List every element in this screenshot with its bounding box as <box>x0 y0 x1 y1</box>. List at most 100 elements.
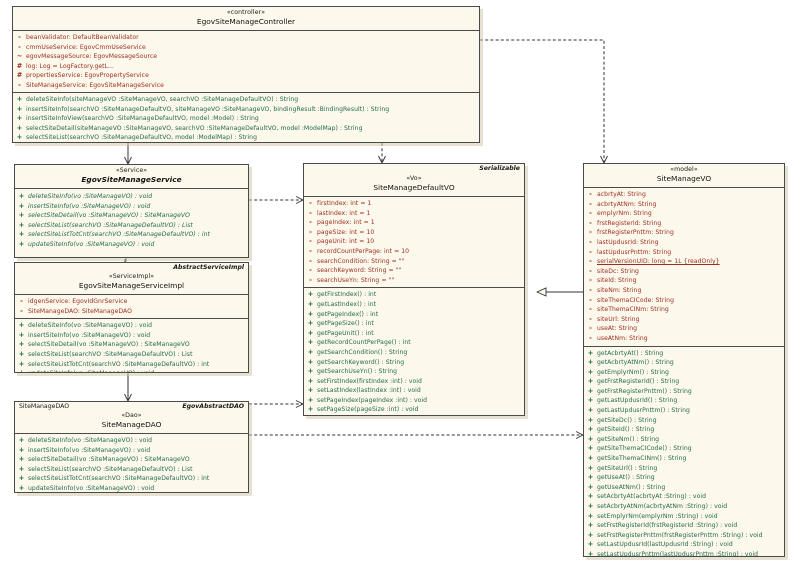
operation-signature: setAcbrtyAtNm(acbrtyAtNm :String) : void <box>597 502 727 512</box>
attribute-signature: frstRegisterId: String <box>597 219 661 229</box>
operation-signature: getUseAtNm() : String <box>597 483 665 493</box>
visibility-marker: + <box>584 444 597 454</box>
class-name: SiteManageDefaultVO <box>307 183 521 193</box>
visibility-marker: + <box>15 369 28 373</box>
operation-signature: getLastIndex() : int <box>317 300 376 310</box>
class-box-egov-site-manage-service[interactable]: «Service» EgovSiteManageService +deleteS… <box>14 164 249 258</box>
class-name: EgovSiteManageServiceImpl <box>18 281 245 291</box>
attribute-row: -firstIndex: int = 1 <box>304 199 524 209</box>
visibility-marker: + <box>15 221 28 231</box>
attribute-signature: lastIndex: int = 1 <box>317 209 370 219</box>
visibility-marker: + <box>584 492 597 502</box>
operation-signature: getPageIndex() : int <box>317 310 378 320</box>
attribute-signature: searchUseYn: String = "" <box>317 276 394 286</box>
attribute-signature: egovMessageSource: EgovMessageSource <box>26 52 157 62</box>
attribute-signature: idgenService: EgovIdGnrService <box>28 297 127 307</box>
visibility-marker: + <box>584 483 597 493</box>
operation-signature: selectSiteListTotCnt(searchVO :SiteManag… <box>28 474 209 484</box>
visibility-marker: - <box>584 209 597 219</box>
operation-row: +getUseAt() : String <box>584 473 784 483</box>
visibility-marker: + <box>15 331 28 341</box>
dao-left-label: SiteManageDAO <box>19 403 69 410</box>
operation-row: +getFrstRegisterPnttm() : String <box>584 387 784 397</box>
visibility-marker: + <box>304 405 317 415</box>
attribute-signature: SiteManageService: EgovSiteManageService <box>26 81 164 91</box>
operation-signature: setFrstRegisterPnttm(frstRegisterPnttm :… <box>597 531 763 541</box>
visibility-marker: + <box>304 310 317 320</box>
operation-row: +selectSiteDetail(vo :SiteManageVO) : Si… <box>15 211 248 221</box>
visibility-marker: + <box>304 415 317 416</box>
attribute-row: -lastUpdusrPnttm: String <box>584 248 784 258</box>
visibility-marker: + <box>15 202 28 212</box>
visibility-marker: + <box>15 484 28 493</box>
operation-signature: getEmplyrNm() : String <box>597 368 669 378</box>
visibility-marker: + <box>304 358 317 368</box>
visibility-marker: + <box>584 377 597 387</box>
attribute-signature: pageSize: int = 10 <box>317 228 374 238</box>
operation-row: +updateSiteInfo(vo :SiteManageVO) : void <box>15 369 248 373</box>
operations-compartment: +getAcbrtyAt() : String+getAcbrtyAtNm() … <box>584 347 784 558</box>
class-box-egov-site-manage-controller[interactable]: «controller» EgovSiteManageController -b… <box>12 6 480 143</box>
operation-row: +getFirstIndex() : int <box>304 290 524 300</box>
attribute-signature: siteThemaCICode: String <box>597 296 674 306</box>
visibility-marker: + <box>15 211 28 221</box>
visibility-marker: + <box>584 425 597 435</box>
class-box-site-manage-dao[interactable]: SiteManageDAO EgovAbstractDAO «Dao» Site… <box>14 401 249 493</box>
operation-row: +selectSiteDetail(vo :SiteManageVO) : Si… <box>15 455 248 465</box>
attribute-row: -acbrtyAtNm: String <box>584 200 784 210</box>
attribute-signature: siteId: String <box>597 276 637 286</box>
operation-signature: selectSiteDetail(vo :SiteManageVO) : Sit… <box>28 455 190 465</box>
operation-signature: getSiteThemaCICode() : String <box>597 444 692 454</box>
class-name: SiteManageDAO <box>18 420 245 430</box>
operation-signature: getFirstIndex() : int <box>317 290 376 300</box>
operation-row: +setEmplyrNm(emplyrNm :String) : void <box>584 512 784 522</box>
operation-row: +getSearchKeyword() : String <box>304 358 524 368</box>
operation-row: +selectSiteDetail(vo :SiteManageVO) : Si… <box>15 340 248 350</box>
class-box-site-manage-vo[interactable]: «model» SiteManageVO -acbrtyAt: String-a… <box>583 163 785 557</box>
operation-row: +selectSiteList(searchVO :SiteManageDefa… <box>15 350 248 360</box>
operation-signature: getFrstRegisterPnttm() : String <box>597 387 692 397</box>
attribute-row: -searchCondition: String = "" <box>304 257 524 267</box>
operation-signature: setPageIndex(pageIndex :int) : void <box>317 396 427 406</box>
operation-signature: setFirstIndex(firstIndex :int) : void <box>317 377 422 387</box>
visibility-marker: + <box>584 540 597 550</box>
visibility-marker: + <box>13 124 26 134</box>
visibility-marker: - <box>584 267 597 277</box>
visibility-marker: + <box>304 386 317 396</box>
operation-signature: updateSiteInfo(vo :SiteManageVO) : void <box>28 369 154 373</box>
operation-row: +getSearchUseYn() : String <box>304 367 524 377</box>
operation-signature: updateSiteInfo(vo :SiteManageVO) : void <box>28 484 154 493</box>
operation-signature: insertSiteInfo(searchVO :SiteManageDefau… <box>26 105 389 115</box>
attribute-row: -SiteManageService: EgovSiteManageServic… <box>13 81 479 91</box>
operation-row: +getSiteThemaCICode() : String <box>584 444 784 454</box>
operation-row: +setLastIndex(lastIndex :int) : void <box>304 386 524 396</box>
attribute-signature: SiteManageDAO: SiteManageDAO <box>28 307 132 317</box>
visibility-marker: + <box>584 416 597 426</box>
operation-signature: getPageUnit() : int <box>317 329 374 339</box>
class-box-egov-site-manage-service-impl[interactable]: AbstractServiceImpl «ServiceImpl» EgovSi… <box>14 262 249 373</box>
superclass-label: AbstractServiceImpl <box>173 264 244 271</box>
visibility-marker: + <box>13 133 26 143</box>
visibility-marker: - <box>584 324 597 334</box>
visibility-marker: + <box>15 436 28 446</box>
operation-row: +getSiteNm() : String <box>584 435 784 445</box>
attribute-signature: lastUpdusrPnttm: String <box>597 248 671 258</box>
operations-compartment: +deleteSiteInfo(siteManageVO :SiteManage… <box>13 93 479 143</box>
operation-signature: updateSiteInfo(vo :SiteManageVO) : void <box>28 240 154 250</box>
class-box-site-manage-default-vo[interactable]: Serializable «Vo» SiteManageDefaultVO -f… <box>303 163 525 416</box>
attribute-signature: pageIndex: int = 1 <box>317 218 375 228</box>
attribute-signature: searchKeyword: String = "" <box>317 266 401 276</box>
operation-row: +setLastUpdusrId(lastUpdusrId :String) :… <box>584 540 784 550</box>
operation-signature: getSearchKeyword() : String <box>317 358 404 368</box>
operation-row: +getFrstRegisterId() : String <box>584 377 784 387</box>
operation-row: +getAcbrtyAt() : String <box>584 349 784 359</box>
attribute-row: -pageSize: int = 10 <box>304 228 524 238</box>
attribute-row: -siteThemaCICode: String <box>584 296 784 306</box>
visibility-marker: + <box>584 550 597 557</box>
attribute-row: #log: Log = LogFactory.getL... <box>13 62 479 72</box>
visibility-marker: - <box>13 81 26 91</box>
attribute-signature: searchCondition: String = "" <box>317 257 404 267</box>
operation-row: +insertSiteInfoView(searchVO :SiteManage… <box>13 114 479 124</box>
attribute-signature: lastUpdusrId: String <box>597 238 659 248</box>
class-name: SiteManageVO <box>587 174 781 184</box>
